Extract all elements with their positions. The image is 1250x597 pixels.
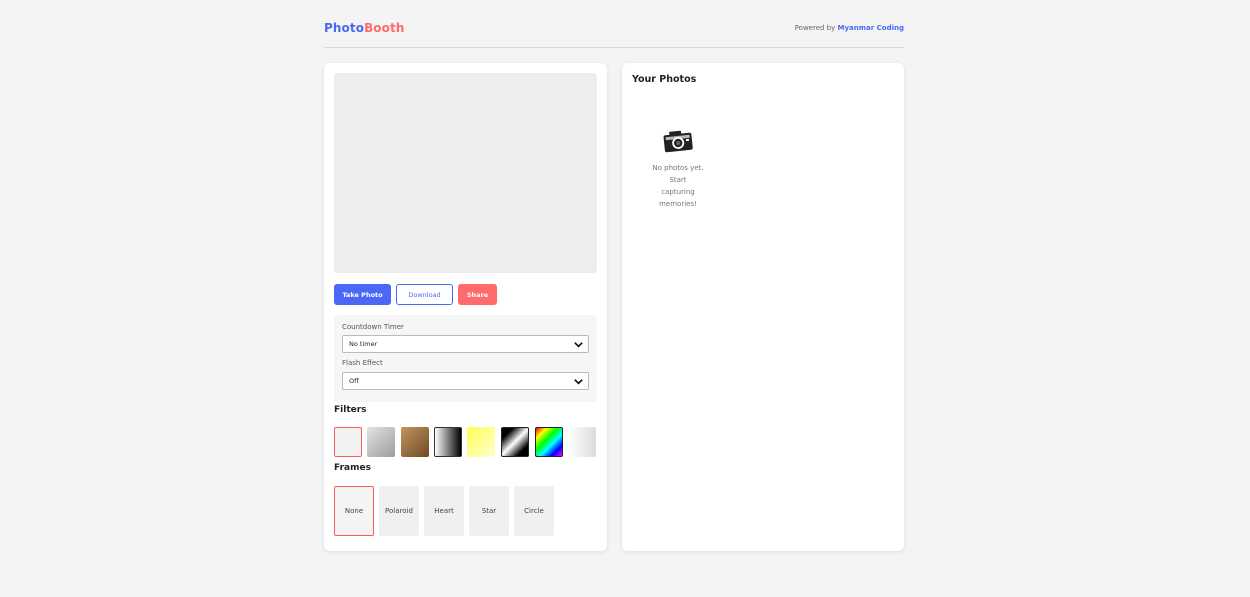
app-logo[interactable]: PhotoBooth bbox=[324, 21, 404, 35]
frame-polaroid[interactable]: Polaroid bbox=[379, 486, 419, 536]
frame-star[interactable]: Star bbox=[469, 486, 509, 536]
filter-none[interactable] bbox=[334, 427, 362, 457]
logo-part-photo: Photo bbox=[324, 20, 365, 35]
filter-hue-rotate[interactable] bbox=[535, 427, 563, 457]
filter-grayscale[interactable] bbox=[367, 427, 395, 457]
countdown-timer-label: Countdown Timer bbox=[342, 323, 404, 331]
frame-none[interactable]: None bbox=[334, 486, 374, 536]
camera-panel: Take Photo Download Share Countdown Time… bbox=[324, 63, 607, 551]
camera-icon bbox=[663, 130, 693, 153]
countdown-timer-select[interactable]: No timer bbox=[342, 335, 589, 353]
filter-contrast[interactable] bbox=[434, 427, 462, 457]
empty-state: No photos yet. Start capturing memories! bbox=[652, 128, 704, 210]
filter-invert[interactable] bbox=[501, 427, 529, 457]
take-photo-button[interactable]: Take Photo bbox=[334, 284, 391, 305]
empty-state-text: No photos yet. Start capturing memories! bbox=[652, 164, 704, 208]
filter-brightness[interactable] bbox=[467, 427, 495, 457]
flash-effect-label: Flash Effect bbox=[342, 359, 383, 367]
countdown-timer-value: No timer bbox=[349, 340, 378, 348]
frame-circle[interactable]: Circle bbox=[514, 486, 554, 536]
filter-sepia[interactable] bbox=[401, 427, 429, 457]
filters-title: Filters bbox=[334, 405, 367, 415]
gallery-title: Your Photos bbox=[632, 74, 697, 85]
chevron-down-icon bbox=[574, 379, 583, 385]
logo-part-booth: Booth bbox=[364, 20, 405, 35]
powered-by-prefix: Powered by bbox=[794, 23, 836, 32]
flash-effect-select[interactable]: Off bbox=[342, 372, 589, 390]
header: PhotoBooth Powered by Myanmar Coding bbox=[324, 14, 904, 48]
filter-blur[interactable] bbox=[568, 427, 596, 457]
myanmar-coding-link[interactable]: Myanmar Coding bbox=[838, 24, 905, 32]
chevron-down-icon bbox=[574, 342, 583, 348]
download-button[interactable]: Download bbox=[396, 284, 453, 305]
share-button[interactable]: Share bbox=[458, 284, 497, 305]
frames-title: Frames bbox=[334, 463, 371, 473]
flash-effect-value: Off bbox=[349, 377, 359, 385]
gallery-panel: Your Photos No photos yet. Start capturi… bbox=[622, 63, 904, 551]
frame-heart[interactable]: Heart bbox=[424, 486, 464, 536]
settings-panel: Countdown Timer No timer Flash Effect Of… bbox=[334, 315, 597, 402]
powered-by: Powered by Myanmar Coding bbox=[795, 24, 904, 32]
camera-preview bbox=[334, 73, 597, 273]
